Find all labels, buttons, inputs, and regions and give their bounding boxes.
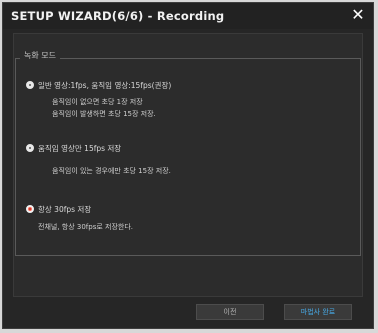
prev-button[interactable]: 이전 [196,304,264,320]
radio-motion-only[interactable] [26,144,34,152]
window-title: SETUP WIZARD(6/6) - Recording [11,9,225,23]
option-always-30fps-label: 항상 30fps 저장 [38,205,92,214]
option-normal-motion-desc-2: 움직임이 발생하면 초당 15장 저장. [52,110,156,118]
radio-normal-motion[interactable] [26,81,34,89]
radio-always-30fps[interactable] [26,205,34,213]
option-normal-motion-desc-1: 움직임이 없으면 초당 1장 저장 [52,98,143,106]
option-always-30fps-desc: 전채널, 항상 30fps로 저장한다. [38,223,133,231]
recording-mode-legend: 녹화 모드 [20,50,60,61]
option-motion-only-desc: 움직임이 있는 경우에만 초당 15장 저장. [52,167,171,175]
option-motion-only-label: 움직임 영상만 15fps 저장 [38,144,122,153]
title-bar: SETUP WIZARD(6/6) - Recording ✕ [3,3,373,29]
close-icon[interactable]: ✕ [349,6,367,24]
option-normal-motion-label: 일반 영상:1fps, 움직임 영상:15fps(권장) [38,81,172,90]
finish-wizard-button[interactable]: 마법사 완료 [284,304,352,320]
